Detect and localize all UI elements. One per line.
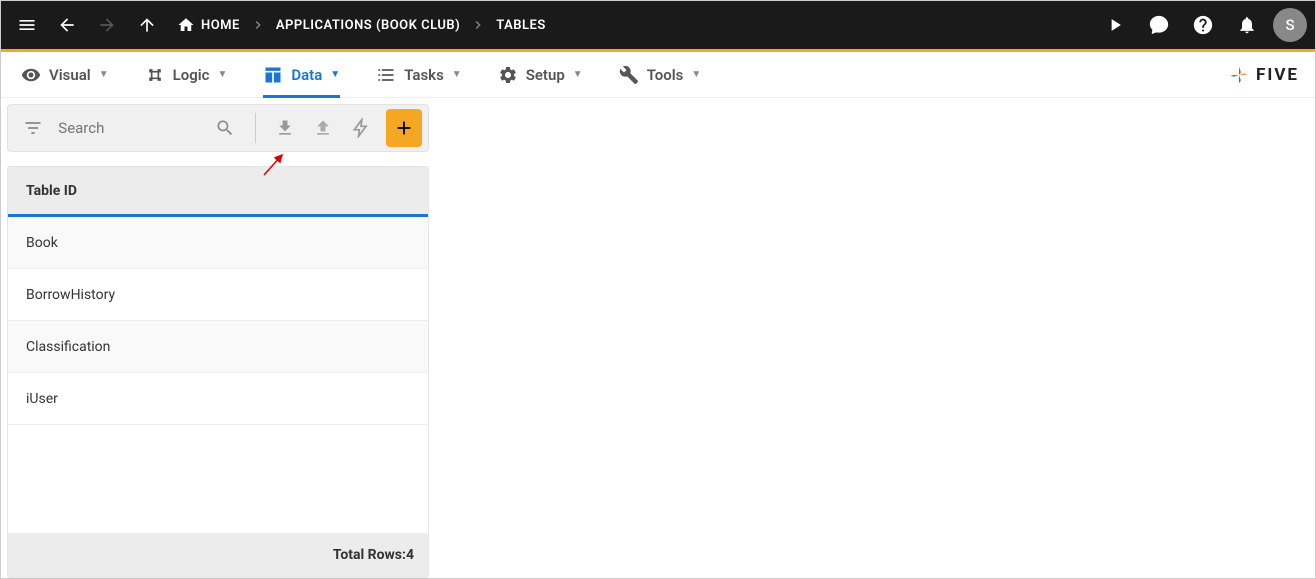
- top-bar: HOME APPLICATIONS (BOOK CLUB) TABLES S: [1, 1, 1315, 49]
- run-button[interactable]: [1097, 7, 1133, 43]
- table-container: Table ID Book BorrowHistory Classificati…: [7, 166, 429, 578]
- table-cell: iUser: [26, 391, 58, 407]
- dropdown-arrow-icon: ▼: [691, 69, 701, 80]
- breadcrumb-tables[interactable]: TABLES: [496, 18, 546, 33]
- search-bar: [7, 104, 429, 152]
- help-button[interactable]: [1185, 7, 1221, 43]
- tab-logic-label: Logic: [173, 66, 210, 84]
- dropdown-arrow-icon: ▼: [573, 69, 583, 80]
- search-button[interactable]: [212, 114, 238, 142]
- add-button[interactable]: [386, 109, 422, 147]
- tab-tasks[interactable]: Tasks ▼: [376, 52, 462, 97]
- footer-count: 4: [406, 547, 414, 563]
- breadcrumb: HOME APPLICATIONS (BOOK CLUB) TABLES: [177, 16, 546, 34]
- dropdown-arrow-icon: ▼: [330, 69, 340, 80]
- chevron-right-icon: [470, 17, 486, 33]
- chat-button[interactable]: [1141, 7, 1177, 43]
- left-panel: Table ID Book BorrowHistory Classificati…: [1, 98, 435, 578]
- table-body: Book BorrowHistory Classification iUser: [8, 217, 428, 425]
- footer-label: Total Rows:: [333, 547, 406, 563]
- chevron-right-icon: [250, 17, 266, 33]
- table-cell: BorrowHistory: [26, 287, 115, 303]
- logo-text: FIVE: [1256, 65, 1299, 85]
- notifications-button[interactable]: [1229, 7, 1265, 43]
- search-input[interactable]: [58, 119, 188, 137]
- tab-tools[interactable]: Tools ▼: [619, 52, 702, 97]
- tab-tasks-label: Tasks: [404, 66, 444, 84]
- divider: [255, 113, 256, 143]
- table-cell: Book: [26, 235, 58, 251]
- logo-icon: [1228, 64, 1250, 86]
- logo: FIVE: [1228, 64, 1299, 86]
- tab-setup-label: Setup: [526, 66, 565, 84]
- menu-button[interactable]: [9, 7, 45, 43]
- breadcrumb-applications[interactable]: APPLICATIONS (BOOK CLUB): [276, 18, 460, 33]
- lightning-button[interactable]: [348, 114, 374, 142]
- breadcrumb-tables-label: TABLES: [496, 18, 546, 33]
- avatar-initial: S: [1285, 16, 1294, 34]
- table-cell: Classification: [26, 339, 110, 355]
- tab-data[interactable]: Data ▼: [263, 52, 340, 97]
- dropdown-arrow-icon: ▼: [452, 69, 462, 80]
- dropdown-arrow-icon: ▼: [217, 69, 227, 80]
- table-row[interactable]: Classification: [8, 321, 428, 373]
- tab-logic[interactable]: Logic ▼: [145, 52, 228, 97]
- tab-visual-label: Visual: [49, 66, 91, 84]
- filter-button[interactable]: [20, 114, 46, 142]
- tab-data-label: Data: [291, 66, 322, 84]
- table-header-label: Table ID: [26, 183, 77, 199]
- table-header[interactable]: Table ID: [8, 167, 428, 217]
- tab-setup[interactable]: Setup ▼: [498, 52, 583, 97]
- breadcrumb-applications-label: APPLICATIONS (BOOK CLUB): [276, 18, 460, 33]
- content-area: Table ID Book BorrowHistory Classificati…: [1, 98, 1315, 578]
- back-button[interactable]: [49, 7, 85, 43]
- table-row[interactable]: BorrowHistory: [8, 269, 428, 321]
- table-row[interactable]: Book: [8, 217, 428, 269]
- tab-bar: Visual ▼ Logic ▼ Data ▼ Tasks ▼ Setup ▼ …: [1, 52, 1315, 98]
- table-row[interactable]: iUser: [8, 373, 428, 425]
- topbar-right: S: [1097, 7, 1307, 43]
- breadcrumb-home-label: HOME: [201, 18, 240, 33]
- dropdown-arrow-icon: ▼: [99, 69, 109, 80]
- table-footer: Total Rows: 4: [8, 533, 428, 577]
- up-button[interactable]: [129, 7, 165, 43]
- forward-button: [89, 7, 125, 43]
- import-button[interactable]: [272, 114, 298, 142]
- user-avatar[interactable]: S: [1273, 8, 1307, 42]
- export-button[interactable]: [310, 114, 336, 142]
- breadcrumb-home[interactable]: HOME: [177, 16, 240, 34]
- tab-visual[interactable]: Visual ▼: [21, 52, 109, 97]
- tab-tools-label: Tools: [647, 66, 684, 84]
